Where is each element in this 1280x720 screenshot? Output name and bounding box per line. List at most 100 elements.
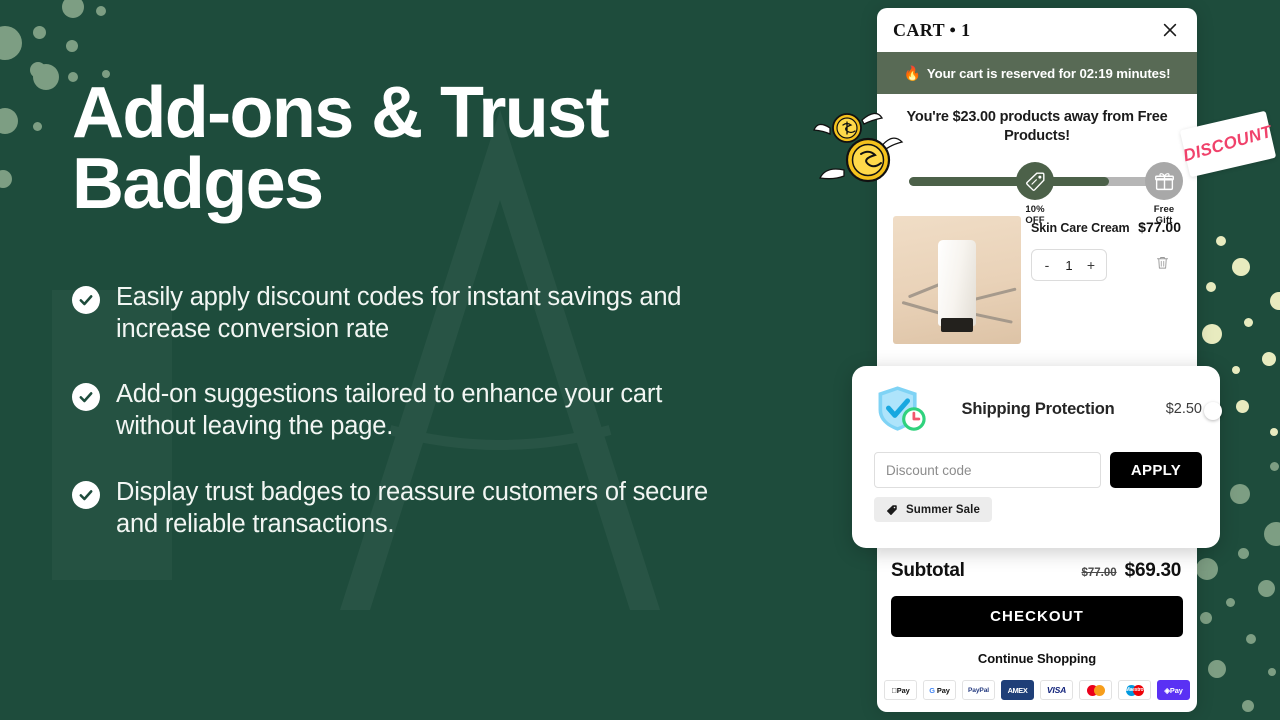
close-icon[interactable]	[1159, 19, 1181, 41]
page-title-line-1: Add-ons & Trust	[72, 73, 610, 153]
amex-icon: AMEX	[1001, 680, 1034, 700]
maestro-icon: Maestro	[1118, 680, 1151, 700]
milestone-free-gift[interactable]	[1145, 162, 1183, 201]
product-tube	[938, 240, 976, 327]
decor-dot	[33, 64, 59, 90]
decor-dot	[1200, 612, 1212, 624]
decor-dot	[1196, 558, 1218, 580]
milestone-discount-line1: 10%	[1025, 204, 1045, 216]
decor-dot	[33, 26, 46, 39]
continue-shopping-link[interactable]: Continue Shopping	[891, 651, 1183, 666]
list-item: Add-on suggestions tailored to enhance y…	[72, 378, 812, 442]
decor-dot	[1206, 282, 1216, 292]
hero-content: Add-ons & Trust Badges Easily apply disc…	[72, 73, 812, 573]
cart-title: CART • 1	[893, 19, 971, 40]
milestone-gift-line1: Free	[1153, 204, 1175, 216]
list-item: Display trust badges to reassure custome…	[72, 476, 812, 540]
shop-pay-icon: ◈ Pay	[1157, 680, 1190, 700]
product-tube-cap	[941, 318, 973, 333]
decor-dot	[1226, 598, 1235, 607]
decor-dot	[1270, 462, 1279, 471]
quantity-increase-button[interactable]: +	[1080, 250, 1102, 280]
subtotal-row: Subtotal $77.00 $69.30	[891, 560, 1183, 582]
decor-dot	[66, 40, 78, 52]
summer-sale-chip-label: Summer Sale	[906, 503, 980, 516]
quantity-row: - 1 +	[1031, 249, 1181, 282]
payment-methods: Pay G Pay PayPal AMEX VISA Maestro ◈Pay	[884, 680, 1190, 700]
quantity-value: 1	[1065, 257, 1073, 273]
flying-coins-icon	[812, 98, 912, 193]
decor-dot	[1238, 548, 1249, 559]
discount-code-row: APPLY	[874, 452, 1202, 488]
decor-dot	[1208, 660, 1226, 678]
list-item-label: Display trust badges to reassure custome…	[116, 477, 708, 538]
decor-dot	[1258, 580, 1275, 597]
milestone-free-gift-label: Free Gift	[1129, 204, 1197, 226]
decor-dot	[0, 108, 18, 134]
gift-icon	[1154, 172, 1174, 190]
decor-dot	[1268, 668, 1276, 676]
decor-dot	[1216, 236, 1226, 246]
cart-drawer: CART • 1 🔥 Your cart is reserved for 02:…	[877, 8, 1197, 712]
decor-dot	[1246, 634, 1256, 644]
visa-icon: VISA	[1040, 680, 1073, 700]
google-pay-icon: G Pay	[923, 680, 956, 700]
quantity-stepper[interactable]: - 1 +	[1031, 249, 1107, 282]
trash-icon[interactable]	[1155, 255, 1175, 275]
decor-dot	[1262, 352, 1276, 366]
progress-message: You're $23.00 products away from Free Pr…	[906, 109, 1168, 145]
discount-code-input[interactable]	[874, 452, 1101, 488]
list-item-label: Easily apply discount codes for instant …	[116, 283, 682, 344]
decor-dot	[1242, 700, 1254, 712]
subtotal-discounted-price: $69.30	[1124, 560, 1182, 581]
page-title: Add-ons & Trust Badges	[72, 73, 812, 224]
decor-dot	[96, 6, 106, 16]
progress-bar: 10% OFF Free Gift	[895, 162, 1183, 226]
cart-line-item: Skin Care Cream $77.00 - 1 +	[877, 208, 1197, 345]
quantity-decrease-button[interactable]: -	[1036, 250, 1058, 280]
discount-tag-icon	[1025, 172, 1045, 191]
shipping-protection-card: Shipping Protection $2.50 APPLY Summer S…	[852, 366, 1222, 548]
check-circle-icon	[72, 480, 100, 509]
decor-dot	[1232, 366, 1240, 374]
summer-sale-chip[interactable]: Summer Sale	[874, 497, 992, 522]
milestone-gift-line2: Gift	[1155, 215, 1173, 227]
decor-dot	[1270, 428, 1278, 436]
list-item: Easily apply discount codes for instant …	[72, 281, 812, 345]
subtotal-label: Subtotal	[891, 560, 965, 581]
cart-reservation-text: Your cart is reserved for 02:19 minutes!	[926, 65, 1171, 81]
apply-discount-button[interactable]: APPLY	[1110, 452, 1202, 488]
shield-clock-icon	[874, 380, 932, 438]
product-thumbnail[interactable]	[893, 216, 1021, 345]
decor-dot	[1232, 258, 1250, 276]
cart-header: CART • 1	[877, 8, 1197, 52]
subtotal-original-price: $77.00	[1081, 567, 1117, 579]
free-gift-progress: You're $23.00 products away from Free Pr…	[877, 94, 1197, 226]
cart-reservation-banner: 🔥 Your cart is reserved for 02:19 minute…	[877, 52, 1197, 94]
shipping-protection-header: Shipping Protection $2.50	[874, 380, 1222, 438]
progress-fill	[909, 177, 1109, 187]
decor-dot	[0, 26, 22, 60]
shipping-protection-price: $2.50	[1165, 401, 1202, 417]
decor-dot	[1264, 522, 1280, 546]
page-title-line-2: Badges	[72, 143, 324, 224]
decor-dot	[1202, 324, 1222, 344]
discount-sticker-label: DISCOUNT	[1181, 121, 1275, 166]
apple-pay-icon: Pay	[884, 680, 917, 700]
mastercard-icon	[1079, 680, 1112, 700]
decor-dot	[1230, 484, 1250, 504]
subtotal-values: $77.00 $69.30	[1081, 560, 1181, 582]
check-circle-icon	[72, 383, 100, 412]
checkout-button[interactable]: CHECKOUT	[891, 596, 1183, 637]
decor-dot	[0, 170, 12, 188]
tag-icon	[887, 504, 897, 515]
milestone-discount[interactable]	[1016, 162, 1054, 201]
shipping-protection-right: $2.50	[1144, 400, 1222, 420]
toggle-knob	[1204, 402, 1222, 420]
decor-dot	[1270, 292, 1280, 310]
flame-icon: 🔥	[903, 65, 921, 81]
decor-dot	[1244, 318, 1253, 327]
paypal-icon: PayPal	[962, 680, 995, 700]
list-item-label: Add-on suggestions tailored to enhance y…	[116, 380, 663, 441]
shipping-protection-label: Shipping Protection	[961, 399, 1115, 418]
